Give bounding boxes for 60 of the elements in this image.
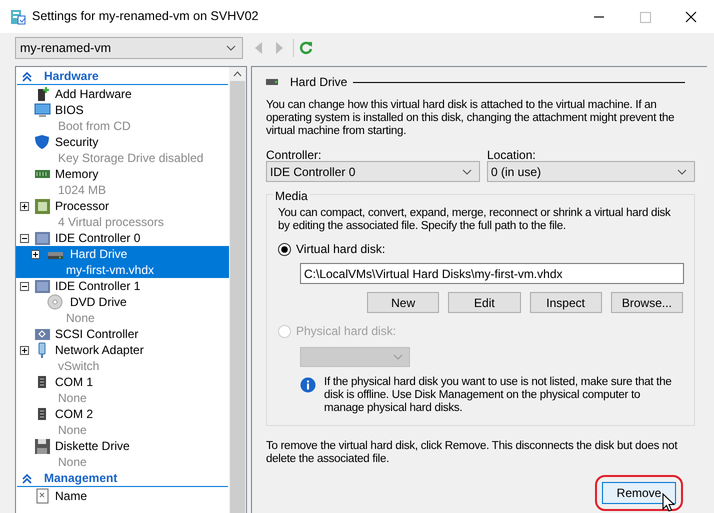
- location-dropdown[interactable]: 0 (in use): [487, 161, 695, 182]
- tree-item[interactable]: Processor 4 Virtual processors: [16, 198, 229, 230]
- disk-action-button[interactable]: New: [367, 292, 440, 313]
- collapse-icon[interactable]: [20, 234, 28, 242]
- window-title: Settings for my-renamed-vm on SVHV02: [32, 8, 258, 26]
- info-icon: [300, 377, 316, 393]
- collapse-icon[interactable]: [20, 282, 28, 290]
- hard-drive-icon: [266, 79, 278, 85]
- tree-item[interactable]: Diskette Drive None: [16, 438, 229, 470]
- monitor-icon: [34, 102, 51, 118]
- remove-note-text: To remove the virtual hard disk, click Remove. This disconnects the disk but does not delete the associated file.: [266, 440, 678, 466]
- tree-item[interactable]: SCSI Controller: [16, 326, 229, 342]
- tree-item[interactable]: COM 2 None: [16, 406, 229, 438]
- radio-option: Physical hard disk:: [278, 322, 683, 340]
- chevron-down-icon: [462, 168, 472, 174]
- collapse-section-icon[interactable]: [22, 472, 32, 484]
- section-header[interactable]: Management: [44, 469, 118, 487]
- tree-item[interactable]: Add Hardware: [16, 86, 229, 102]
- tree-item[interactable]: DVD Drive None: [16, 294, 229, 326]
- radio-option[interactable]: Virtual hard disk:: [278, 240, 683, 258]
- tree-item[interactable]: Network Adapter vSwitch: [16, 342, 229, 374]
- collapse-section-icon[interactable]: [22, 70, 32, 82]
- description-text: You can compact, convert, expand, merge, reconnect or shrink a virtual hard disk by editing the associated file. Specify the full path to the file.: [278, 207, 672, 233]
- controller-dropdown[interactable]: IDE Controller 0: [266, 161, 480, 182]
- tree-item[interactable]: IDE Controller 1: [16, 278, 229, 294]
- disk-action-button[interactable]: Edit: [448, 292, 520, 313]
- field-label: Controller:: [266, 147, 322, 161]
- expand-icon[interactable]: [31, 250, 40, 258]
- settings-app-icon: [10, 8, 26, 24]
- chevron-down-icon: [393, 354, 403, 360]
- disk-action-button[interactable]: Inspect: [530, 292, 602, 313]
- section-header[interactable]: Hardware: [44, 67, 99, 85]
- controller-card-icon: [34, 278, 51, 294]
- tree-item[interactable]: Memory 1024 MB: [16, 166, 229, 198]
- expand-icon[interactable]: [20, 346, 28, 354]
- controller-card-icon: [34, 230, 51, 246]
- vm-dropdown[interactable]: my-renamed-vm: [15, 37, 243, 59]
- tree-item[interactable]: Hard Drive my-first-vm.vhdx: [16, 246, 229, 278]
- document-icon: [34, 488, 51, 504]
- processor-chip-icon: [34, 198, 51, 214]
- disk-action-button[interactable]: Browse...: [610, 292, 683, 313]
- path-input-field[interactable]: C:\LocalVMs\Virtual Hard Disks\my-first-vm.vhdx: [300, 263, 684, 284]
- description-text: You can change how this virtual hard disk is attached to the virtual machine. If an operating system is installed on this disk, changing the attachment might prevent the virtual machine from starting.: [266, 99, 676, 138]
- tree-item[interactable]: Name: [16, 488, 229, 504]
- shield-icon: [34, 134, 51, 150]
- controller-card-icon: [34, 326, 51, 342]
- info-text: If the physical hard disk you want to use is not listed, make sure that the disk is offline. Use Disk Management on the physical computer to manage physical hard disks.: [324, 376, 673, 415]
- disc-icon: [47, 294, 64, 310]
- cursor-icon: [662, 493, 675, 513]
- tree-item[interactable]: Security Key Storage Drive disabled: [16, 134, 229, 166]
- remove-button[interactable]: Remove: [602, 482, 676, 504]
- tree-item[interactable]: IDE Controller 0: [16, 230, 229, 246]
- field-label: Location:: [487, 147, 537, 161]
- chevron-down-icon: [677, 168, 687, 174]
- expand-icon[interactable]: [20, 202, 28, 210]
- panel-title: Hard Drive: [290, 74, 348, 91]
- chevron-down-icon: [226, 45, 236, 51]
- refresh-icon[interactable]: [299, 41, 313, 55]
- tree-item[interactable]: BIOS Boot from CD: [16, 102, 229, 134]
- tree-item[interactable]: COM 1 None: [16, 374, 229, 406]
